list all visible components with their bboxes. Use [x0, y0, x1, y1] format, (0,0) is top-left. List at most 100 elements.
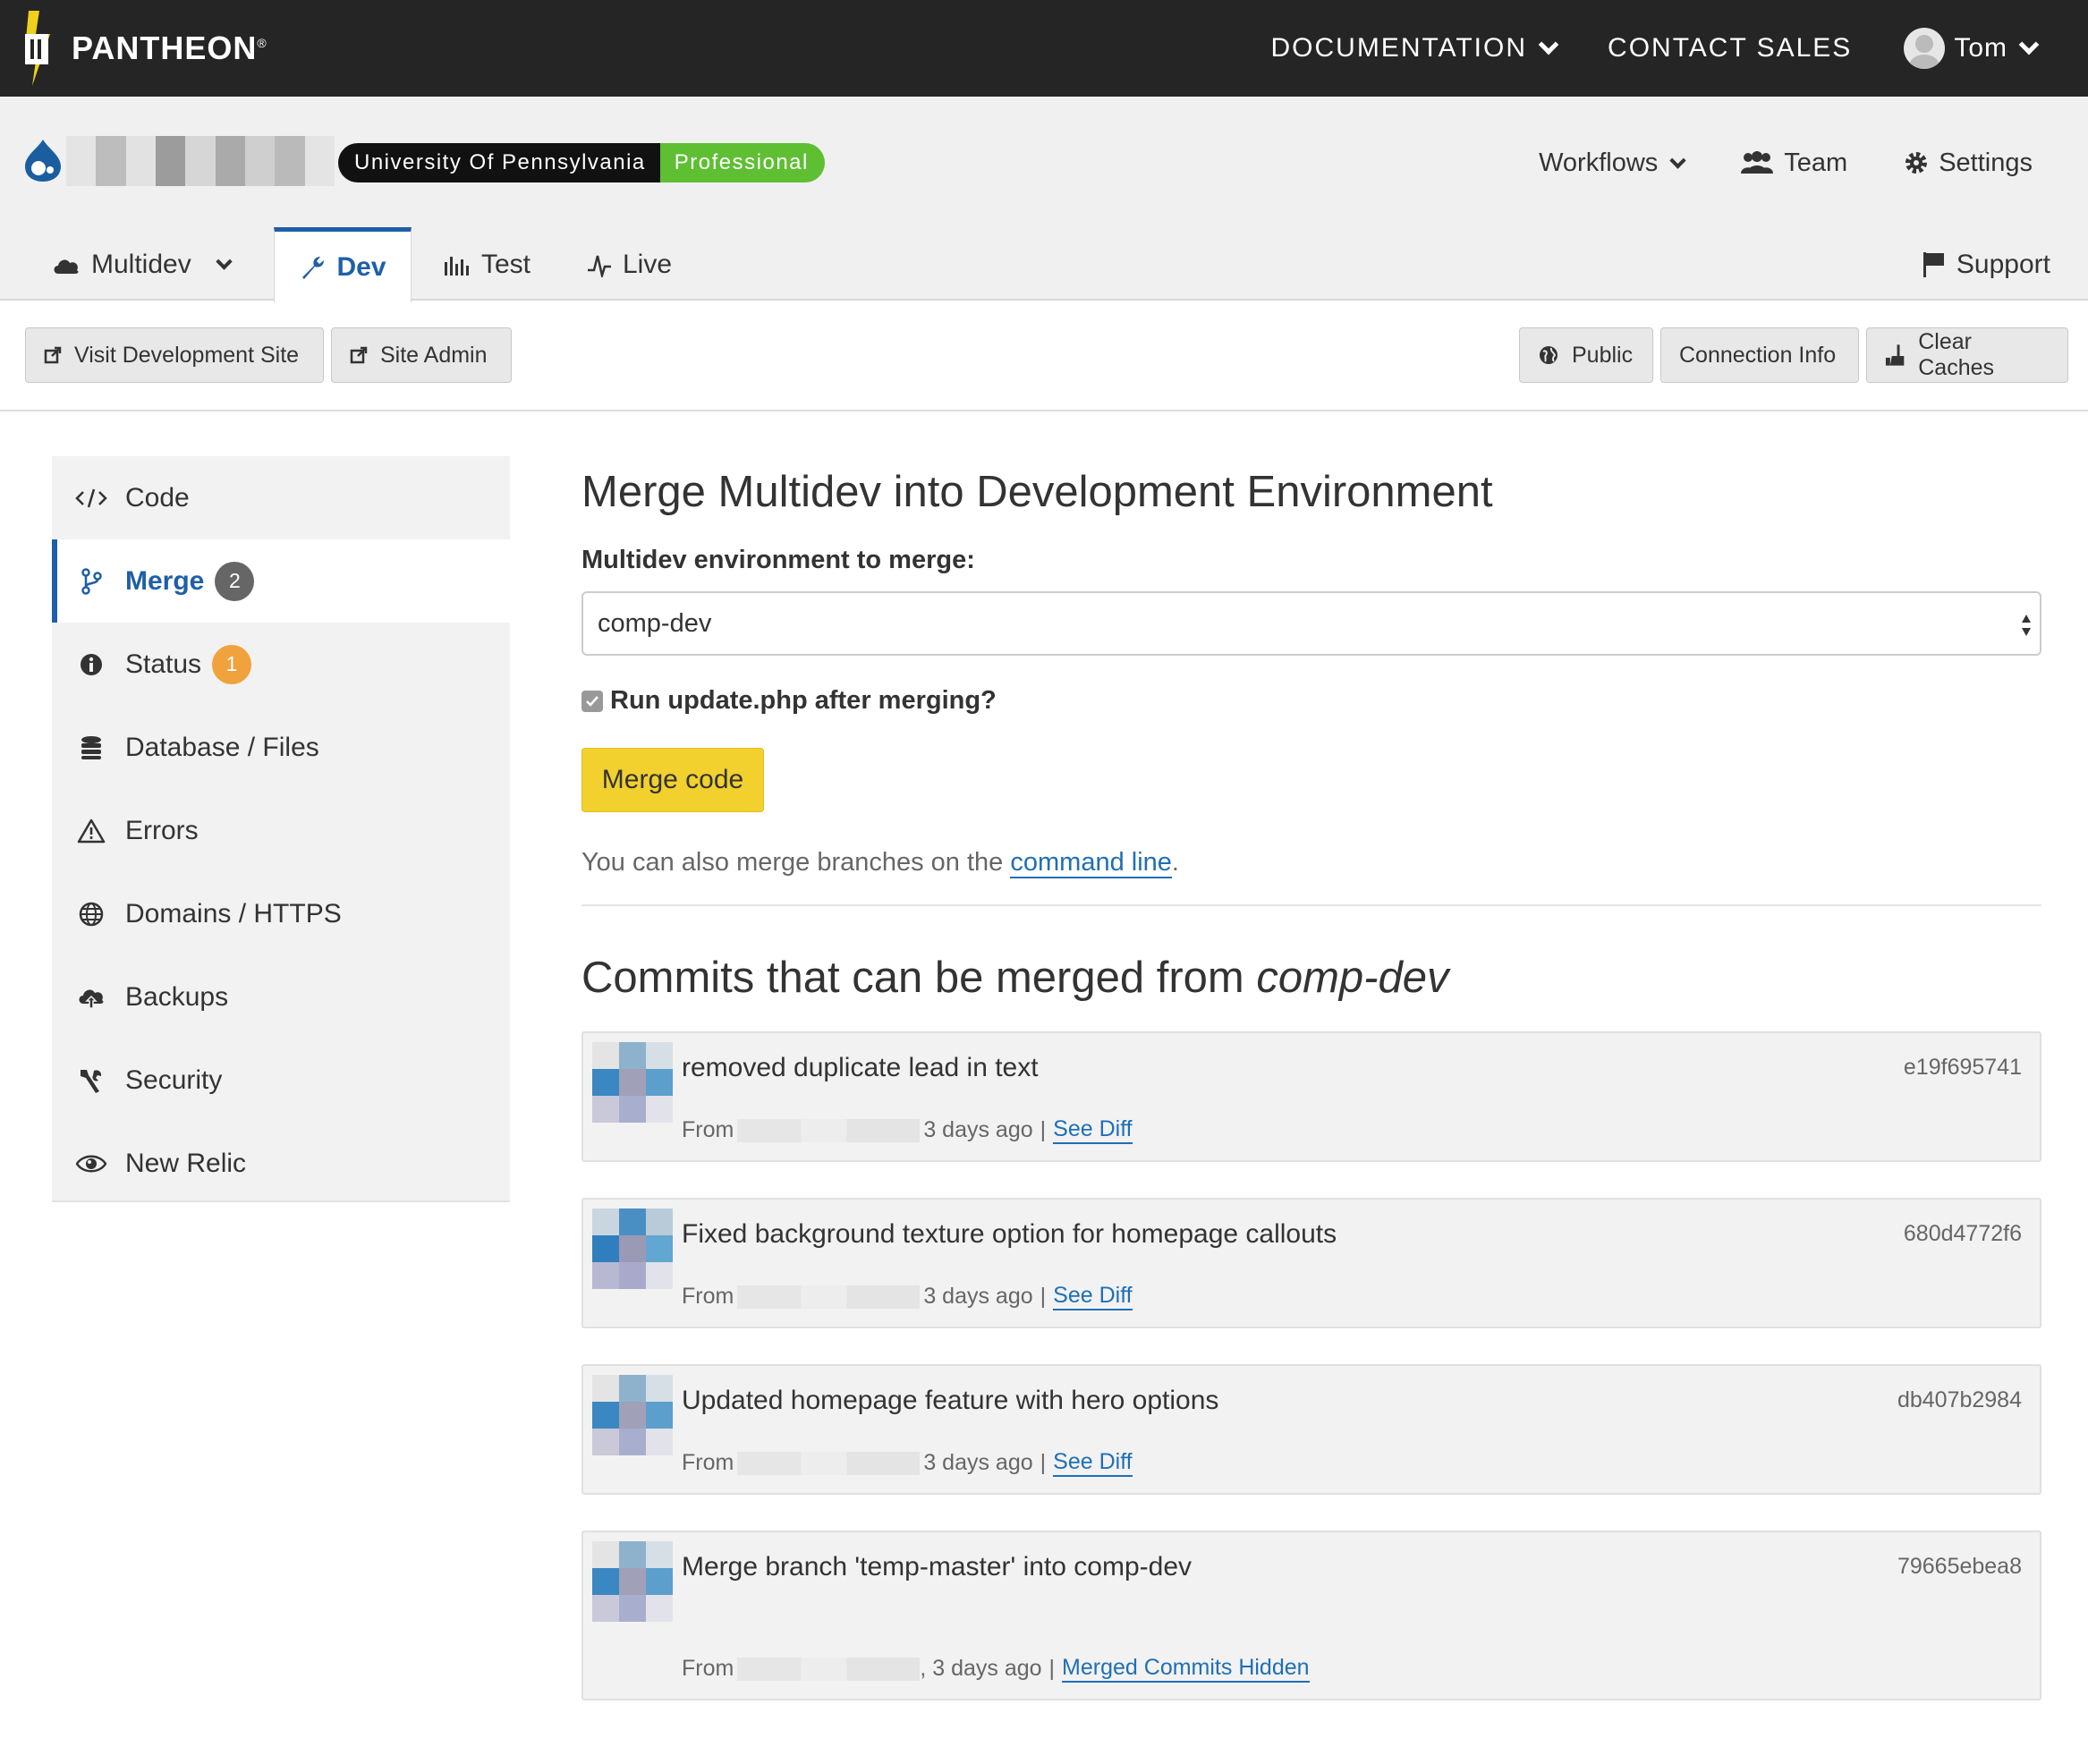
sidebar-item-database-files[interactable]: Database / Files: [52, 706, 510, 789]
tab-live-label: Live: [623, 250, 673, 279]
connection-info-label: Connection Info: [1679, 342, 1837, 368]
checkmark-icon: [586, 695, 598, 707]
tab-test[interactable]: Test: [444, 227, 530, 302]
commit-from-label: From: [682, 1656, 734, 1681]
tab-test-label: Test: [481, 250, 531, 279]
external-link-icon: [350, 346, 368, 364]
select-arrows-icon: [2022, 615, 2031, 636]
meta-separator: |: [1048, 1656, 1056, 1681]
sidebar-item-errors[interactable]: Errors: [52, 789, 510, 872]
chevron-down-icon: [216, 252, 233, 270]
wrench-icon: [302, 256, 325, 279]
multidev-select-label: Multidev environment to merge:: [581, 546, 975, 574]
commits-title-text: Commits that can be merged from: [581, 954, 1257, 1002]
sidebar-item-status[interactable]: Status 1: [52, 623, 510, 706]
documentation-label: DOCUMENTATION: [1270, 33, 1528, 63]
commit-item: Updated homepage feature with hero optio…: [581, 1364, 2041, 1495]
drupal-drop-icon: [25, 140, 61, 182]
commit-from-label: From: [682, 1284, 734, 1309]
commit-age: , 3 days ago: [920, 1656, 1042, 1681]
connection-info-button[interactable]: Connection Info: [1660, 327, 1859, 383]
commits-title-env: comp-dev: [1256, 954, 1449, 1002]
sidebar-item-label: Security: [125, 1064, 223, 1095]
cloud-icon: [54, 259, 79, 274]
contact-sales-link[interactable]: CONTACT SALES: [1608, 33, 1852, 64]
site-actions: Workflows Team Settings: [1539, 143, 2088, 182]
commit-message: Updated homepage feature with hero optio…: [682, 1386, 1219, 1415]
page-title: Merge Multidev into Development Environm…: [581, 468, 1493, 516]
meta-separator: |: [1040, 1117, 1047, 1142]
run-update-option: Run update.php after merging?: [581, 686, 2041, 716]
public-button[interactable]: Public: [1519, 327, 1653, 383]
commit-age: 3 days ago: [923, 1117, 1033, 1142]
clear-caches-button[interactable]: Clear Caches: [1866, 327, 2068, 383]
settings-link[interactable]: Settings: [1903, 148, 2033, 178]
sidebar-item-backups[interactable]: Backups: [52, 955, 510, 1039]
sidebar-item-label: Backups: [125, 981, 229, 1012]
public-label: Public: [1572, 342, 1634, 368]
documentation-menu[interactable]: DOCUMENTATION: [1270, 33, 1559, 64]
commit-message: Merge branch 'temp-master' into comp-dev: [682, 1552, 1193, 1582]
support-link[interactable]: Support: [1922, 227, 2050, 302]
chevron-down-icon: [1538, 34, 1559, 55]
sidebar-item-code[interactable]: Code: [52, 456, 510, 539]
merge-code-button[interactable]: Merge code: [581, 748, 764, 812]
hint-period: .: [1171, 848, 1179, 877]
org-name: University Of Pennsylvania: [338, 143, 660, 182]
merged-commits-hidden-link[interactable]: Merged Commits Hidden: [1062, 1655, 1310, 1683]
site-header: University Of Pennsylvania Professional …: [0, 97, 2088, 302]
commit-hash: db407b2984: [1897, 1387, 2022, 1412]
commit-message: Fixed background texture option for home…: [682, 1219, 1337, 1249]
settings-label: Settings: [1939, 148, 2033, 177]
sidebar-item-domains-https[interactable]: Domains / HTTPS: [52, 872, 510, 955]
run-update-checkbox[interactable]: [581, 690, 603, 712]
commit-meta: From 3 days ago | See Diff: [682, 1283, 1133, 1310]
author-avatar: [592, 1375, 673, 1455]
tab-dev[interactable]: Dev: [274, 227, 412, 302]
user-avatar-icon: [1904, 28, 1946, 69]
code-icon: [73, 487, 109, 510]
tab-live[interactable]: Live: [587, 227, 672, 302]
see-diff-link[interactable]: See Diff: [1053, 1449, 1133, 1477]
broom-icon: [1885, 344, 1905, 366]
see-diff-link[interactable]: See Diff: [1053, 1116, 1133, 1144]
sidebar-item-label: Domains / HTTPS: [125, 898, 342, 929]
sidebar-item-label: Merge: [125, 565, 205, 596]
visit-development-site-label: Visit Development Site: [74, 342, 300, 368]
team-link[interactable]: Team: [1739, 148, 1847, 178]
commit-meta: From , 3 days ago | Merged Commits Hidde…: [682, 1655, 1310, 1683]
sidebar-item-security[interactable]: Security: [52, 1039, 510, 1122]
commit-age: 3 days ago: [923, 1450, 1033, 1475]
contact-sales-label: CONTACT SALES: [1608, 33, 1853, 63]
commit-age: 3 days ago: [923, 1284, 1033, 1309]
top-navbar: PANTHEON® DOCUMENTATION CONTACT SALES To…: [0, 0, 2088, 97]
workflows-menu[interactable]: Workflows: [1539, 148, 1686, 178]
workflows-label: Workflows: [1539, 148, 1659, 177]
author-name-redacted: [737, 1657, 921, 1681]
command-line-link[interactable]: command line: [1010, 848, 1172, 878]
see-diff-link[interactable]: See Diff: [1053, 1283, 1133, 1310]
commit-hash: e19f695741: [1903, 1055, 2022, 1080]
author-avatar: [592, 1042, 673, 1123]
gear-icon: [1906, 152, 1928, 174]
status-count-badge: 1: [212, 644, 252, 684]
run-update-label: Run update.php after merging?: [610, 686, 997, 715]
brand-name: PANTHEON: [72, 30, 258, 66]
author-avatar: [592, 1541, 673, 1622]
commit-meta: From 3 days ago | See Diff: [682, 1116, 1133, 1144]
tab-dev-label: Dev: [336, 251, 386, 282]
commit-meta: From 3 days ago | See Diff: [682, 1449, 1133, 1477]
user-menu[interactable]: Tom: [1904, 28, 2040, 69]
site-admin-button[interactable]: Site Admin: [331, 327, 512, 383]
visit-development-site-button[interactable]: Visit Development Site: [25, 327, 324, 383]
merge-panel: Merge Multidev into Development Environm…: [581, 456, 2041, 1700]
sidebar-item-merge[interactable]: Merge 2: [52, 539, 510, 623]
branch-icon: [73, 567, 109, 595]
tab-multidev[interactable]: Multidev: [52, 227, 233, 302]
chevron-down-icon: [2018, 34, 2040, 55]
site-name-redacted: [66, 136, 335, 186]
pantheon-logo[interactable]: PANTHEON®: [23, 7, 267, 89]
sidebar-item-new-relic[interactable]: New Relic: [52, 1122, 510, 1205]
multidev-environment-select[interactable]: comp-dev: [581, 591, 2041, 656]
author-avatar: [592, 1209, 673, 1289]
